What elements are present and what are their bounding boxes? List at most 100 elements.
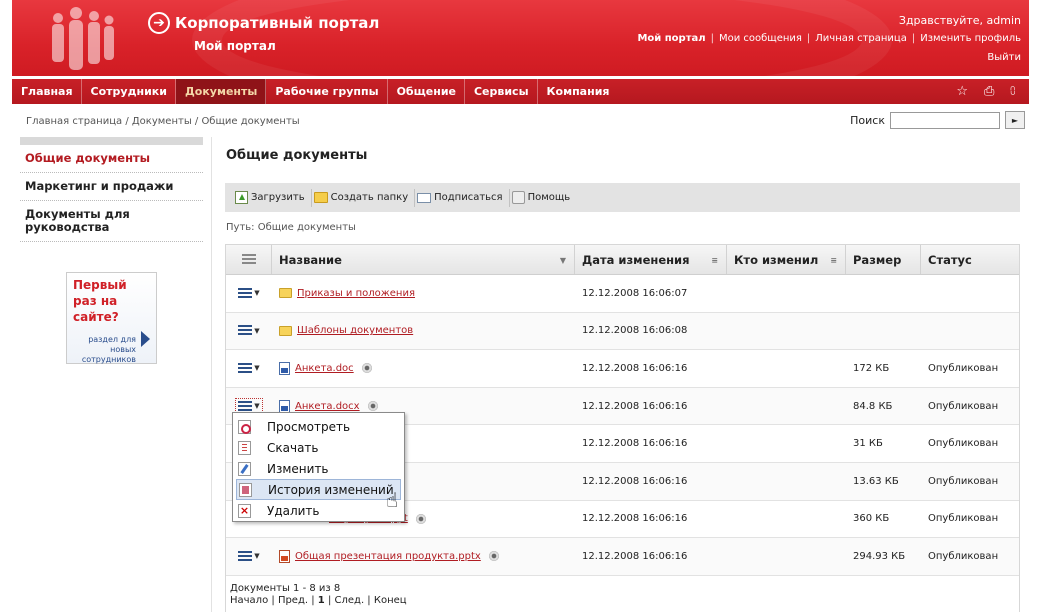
sidebar-top-bar	[20, 137, 203, 145]
nav-item-home[interactable]: Главная	[12, 79, 82, 104]
table-header: Название ▼ Дата изменения ≡ Кто изменил ≡ Р…	[226, 245, 1019, 275]
preview-eye-icon[interactable]	[361, 363, 372, 374]
row-size: 84.8 КБ	[853, 400, 893, 412]
row-modified-by	[727, 501, 846, 538]
row-status: Опубликован	[928, 400, 999, 412]
menu-item-label: Просмотреть	[267, 419, 351, 434]
row-menu-button[interactable]: ▼	[238, 362, 260, 374]
row-name-link[interactable]: Приказы и положения	[297, 288, 415, 299]
row-modified-by	[727, 425, 846, 462]
pager-end[interactable]: Конец	[374, 595, 407, 606]
word-document-icon	[279, 399, 290, 413]
link-personal-page[interactable]: Личная страница	[815, 33, 907, 44]
history-icon	[239, 482, 252, 497]
menu-item-history[interactable]: История изменений	[236, 479, 401, 500]
sidebar-item-common-docs[interactable]: Общие документы	[20, 145, 203, 173]
nav-item-documents[interactable]: Документы	[175, 79, 267, 104]
view-icon	[238, 419, 251, 434]
menu-item-edit[interactable]: Изменить	[236, 458, 401, 479]
row-name-link[interactable]: Шаблоны документов	[297, 325, 413, 336]
column-divider	[211, 137, 212, 612]
powerpoint-document-icon	[279, 549, 290, 563]
columns-settings-icon[interactable]	[241, 254, 256, 265]
preview-eye-icon[interactable]	[367, 401, 378, 412]
promo-headline: Первый раз на сайте?	[73, 278, 127, 324]
pager-start[interactable]: Начало	[230, 595, 268, 606]
row-status: Опубликован	[928, 362, 999, 374]
nav-item-employees[interactable]: Сотрудники	[82, 79, 176, 104]
sidebar: Общие документы Маркетинг и продажи Доку…	[20, 137, 203, 242]
link-my-messages[interactable]: Мои сообщения	[719, 33, 802, 44]
portal-title: Корпоративный портал	[175, 14, 380, 32]
search-box: Поиск ►	[850, 111, 1025, 129]
preview-eye-icon[interactable]	[415, 513, 426, 524]
search-label: Поиск	[850, 113, 885, 127]
row-size: 31 КБ	[853, 438, 883, 450]
nav-item-services[interactable]: Сервисы	[465, 79, 538, 104]
preview-eye-icon[interactable]	[488, 551, 499, 562]
menu-item-label: Скачать	[267, 440, 319, 455]
column-status[interactable]: Статус	[921, 245, 1019, 274]
logout-link[interactable]: Выйти	[987, 52, 1021, 63]
folder-icon	[279, 325, 292, 336]
link-my-portal[interactable]: Мой портал	[637, 33, 705, 44]
table-row: ▼ Общая презентация продукта.pptx 12.12.…	[226, 538, 1019, 576]
column-name[interactable]: Название ▼	[272, 245, 575, 274]
column-date[interactable]: Дата изменения ≡	[575, 245, 727, 274]
menu-item-view[interactable]: Просмотреть	[236, 416, 401, 437]
column-modified-by[interactable]: Кто изменил ≡	[727, 245, 846, 274]
nav-item-workgroups[interactable]: Рабочие группы	[266, 79, 388, 104]
column-actions[interactable]	[226, 245, 272, 274]
sitemap-icon[interactable]: ⩇	[1010, 86, 1015, 97]
link-edit-profile[interactable]: Изменить профиль	[920, 33, 1021, 44]
menu-item-label: История изменений	[268, 482, 394, 497]
breadcrumb[interactable]: Главная страница / Документы / Общие док…	[26, 116, 300, 127]
sort-desc-icon: ▼	[559, 256, 566, 265]
newcomer-promo-banner[interactable]: Первый раз на сайте? раздел для новых со…	[66, 272, 157, 364]
subscribe-button[interactable]: Подписаться	[415, 188, 510, 207]
main-nav: Главная Сотрудники Документы Рабочие гру…	[12, 79, 1029, 104]
word-document-icon	[279, 361, 290, 375]
nav-item-communication[interactable]: Общение	[388, 79, 465, 104]
row-size	[846, 313, 921, 350]
row-modified-by	[727, 388, 846, 425]
nav-item-company[interactable]: Компания	[538, 79, 618, 104]
pager-prev[interactable]: Пред.	[278, 595, 308, 606]
table-footer: Документы 1 - 8 из 8 Начало | Пред. | 1 …	[226, 576, 1019, 612]
folder-icon	[279, 288, 292, 299]
row-size	[846, 275, 921, 312]
column-size[interactable]: Размер	[846, 245, 921, 274]
row-date: 12.12.2008 16:06:16	[582, 438, 688, 450]
row-status	[921, 275, 1019, 312]
sidebar-item-marketing[interactable]: Маркетинг и продажи	[20, 173, 203, 201]
row-modified-by	[727, 275, 846, 312]
pager-current: 1	[317, 594, 325, 606]
row-name-link[interactable]: Анкета.doc	[295, 363, 354, 374]
row-size: 360 КБ	[853, 513, 890, 525]
row-date: 12.12.2008 16:06:07	[582, 287, 688, 299]
pager-next[interactable]: След.	[335, 595, 365, 606]
help-button[interactable]: Помощь	[510, 189, 577, 207]
document-toolbar: Загрузить Создать папку Подписаться Помо…	[225, 183, 1020, 212]
row-name-link[interactable]: Общая презентация продукта.pptx	[295, 551, 481, 562]
promo-caption: раздел для новых сотрудников	[81, 335, 136, 364]
portal-logo[interactable]: ➔ Корпоративный портал	[148, 12, 379, 34]
row-size: 294.93 КБ	[853, 550, 906, 562]
row-menu-button[interactable]: ▼	[238, 287, 260, 299]
row-name-link[interactable]: Анкета.docx	[295, 401, 360, 412]
row-menu-button[interactable]: ▼	[238, 325, 260, 337]
upload-button[interactable]: Загрузить	[233, 188, 312, 207]
menu-item-delete[interactable]: × Удалить	[236, 500, 401, 521]
star-icon[interactable]: ☆	[956, 84, 968, 99]
create-folder-button[interactable]: Создать папку	[312, 188, 416, 207]
arrow-right-icon	[141, 331, 150, 347]
search-go-button[interactable]: ►	[1005, 111, 1025, 129]
row-date: 12.12.2008 16:06:16	[582, 400, 688, 412]
sidebar-item-management-docs[interactable]: Документы для руководства	[20, 201, 203, 242]
menu-item-download[interactable]: Скачать	[236, 437, 401, 458]
delete-icon: ×	[238, 503, 251, 518]
row-size: 13.63 КБ	[853, 475, 899, 487]
print-icon[interactable]: ⎙	[984, 84, 994, 99]
row-menu-button[interactable]: ▼	[238, 550, 260, 562]
search-input[interactable]	[890, 111, 1000, 129]
